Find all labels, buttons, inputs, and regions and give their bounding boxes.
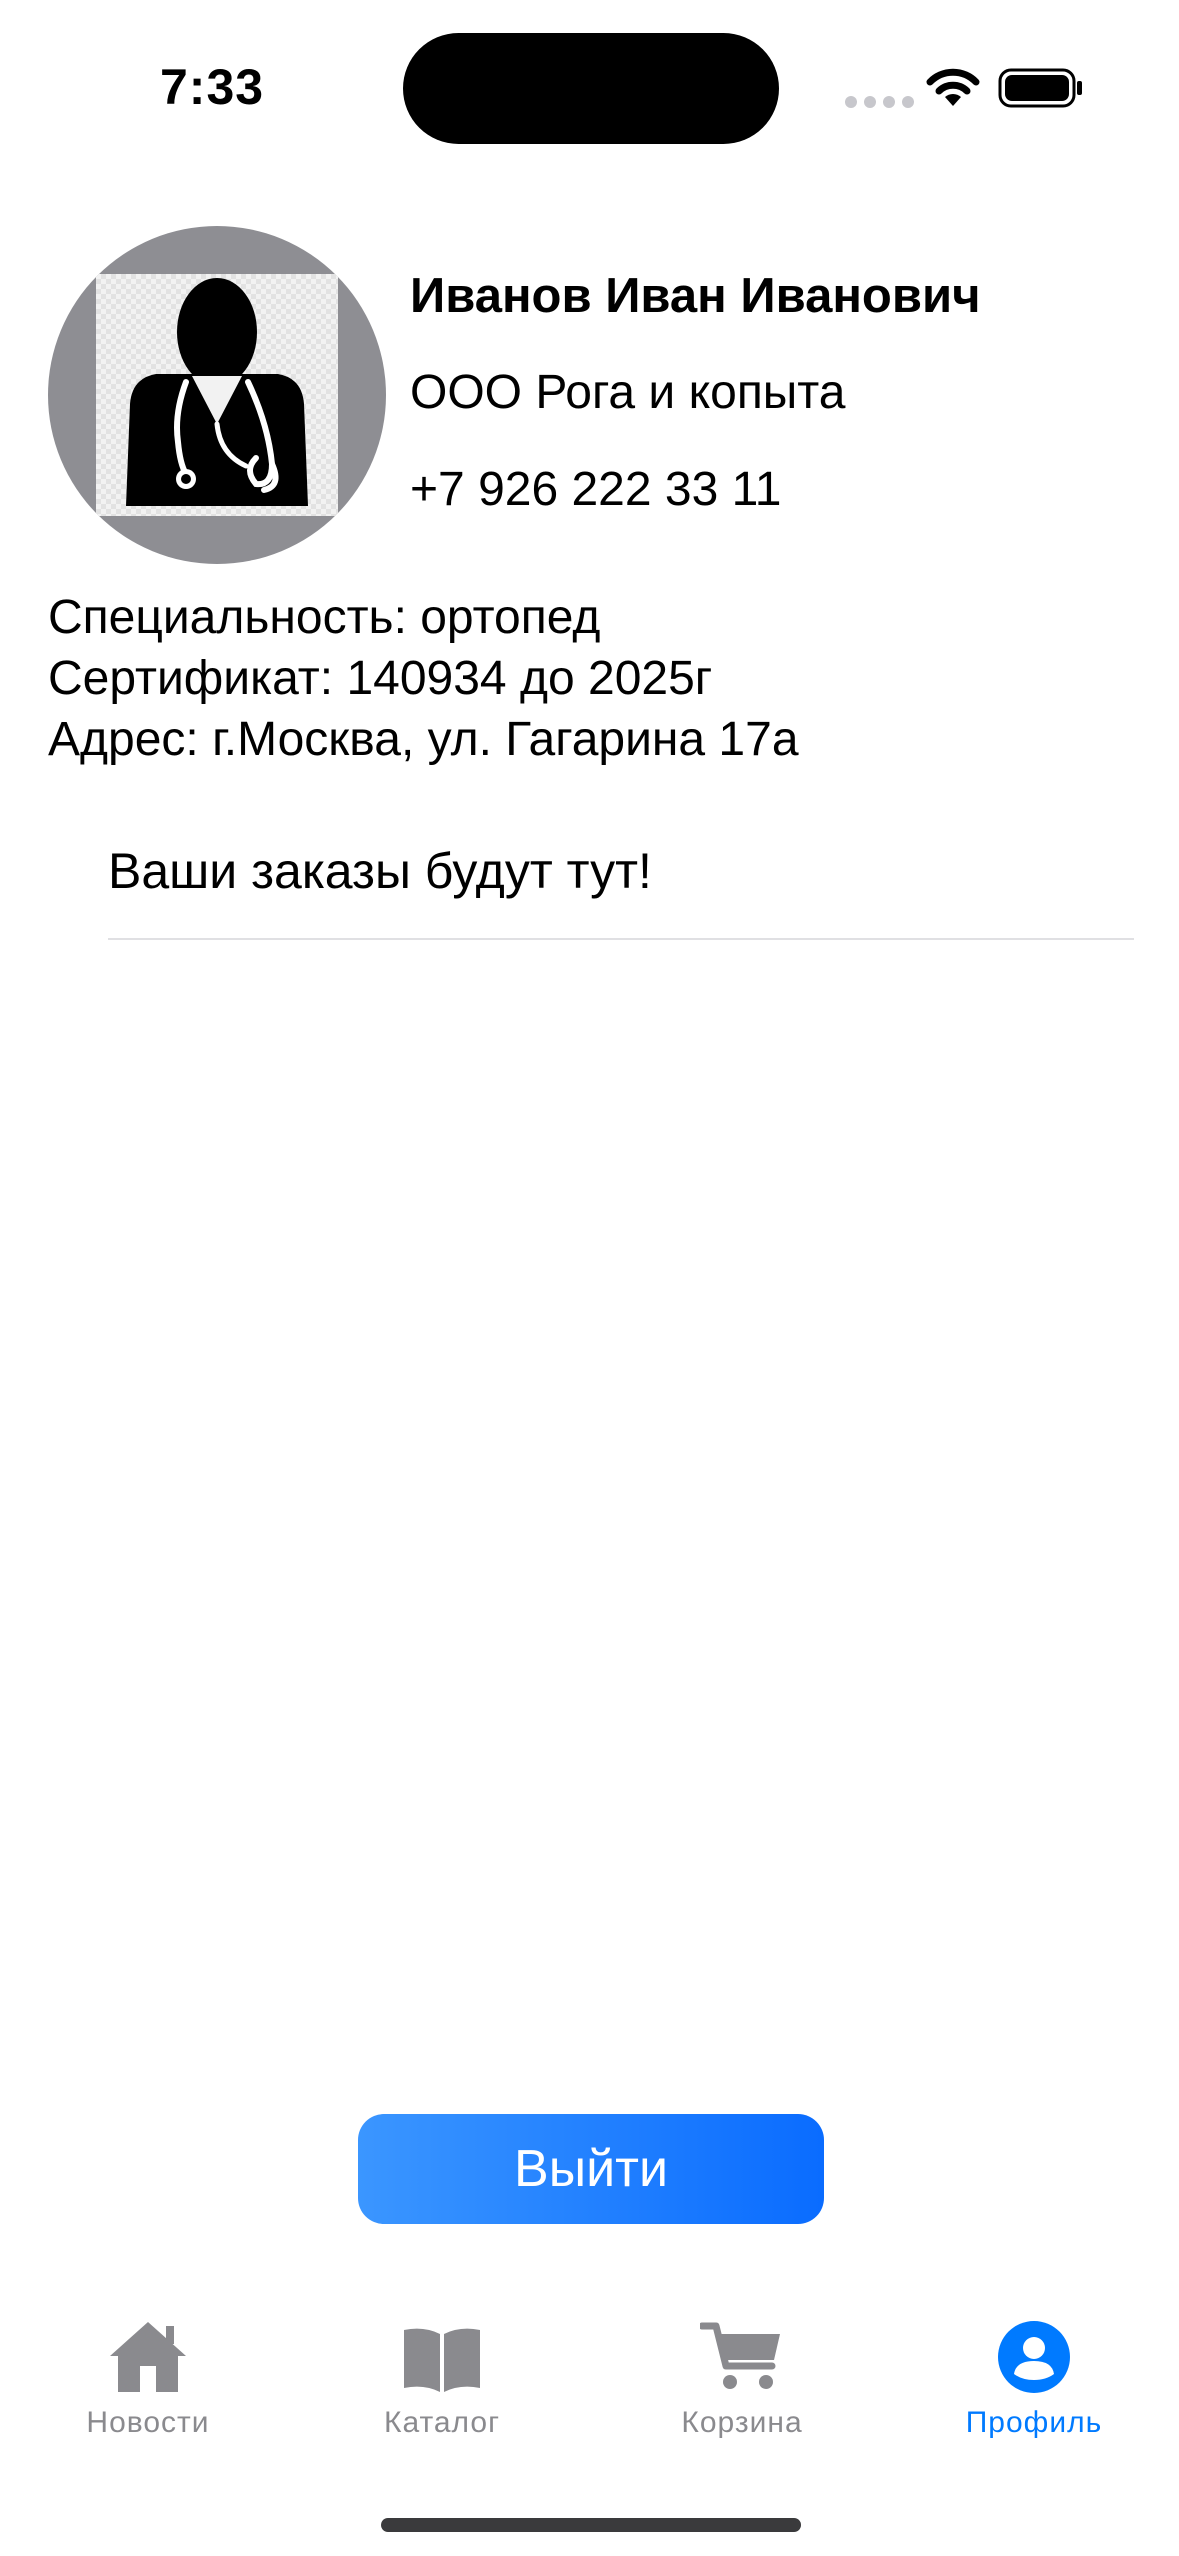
orders-divider (108, 938, 1134, 940)
orders-placeholder: Ваши заказы будут тут! (108, 843, 652, 899)
home-indicator[interactable] (381, 2518, 801, 2532)
logout-button[interactable]: Выйти (358, 2114, 824, 2224)
address-text: Адрес: г.Москва, ул. Гагарина 17а (48, 713, 799, 766)
certificate-text: Сертификат: 140934 до 2025г (48, 652, 713, 705)
tab-news-label: Новости (86, 2406, 210, 2439)
dynamic-island (403, 33, 779, 144)
cart-icon (700, 2322, 780, 2389)
cellular-signal-icon (845, 96, 914, 108)
profile-company: ООО Рога и копыта (410, 366, 846, 419)
tab-news[interactable]: Новости (28, 2310, 268, 2460)
battery-icon (998, 68, 1082, 108)
wifi-icon (926, 68, 980, 106)
specialty-text: Специальность: ортопед (48, 591, 601, 644)
tab-catalog-label: Каталог (383, 2406, 501, 2439)
house-icon (110, 2322, 186, 2392)
avatar (48, 226, 386, 564)
profile-details: Специальность: ортопед Сертификат: 14093… (48, 587, 799, 770)
person-circle-icon (998, 2321, 1070, 2393)
tab-catalog[interactable]: Каталог (322, 2310, 562, 2460)
doctor-icon (126, 278, 308, 506)
book-icon (404, 2328, 480, 2392)
tab-cart[interactable]: Корзина (622, 2310, 862, 2460)
profile-name: Иванов Иван Иванович (410, 269, 981, 323)
tab-profile[interactable]: Профиль (914, 2310, 1154, 2460)
status-time: 7:33 (160, 59, 265, 115)
tab-profile-label: Профиль (965, 2406, 1103, 2439)
tab-cart-label: Корзина (681, 2406, 803, 2439)
profile-phone: +7 926 222 33 11 (410, 463, 782, 516)
tab-bar: Новости Каталог Корзина Профиль (0, 2310, 1179, 2470)
